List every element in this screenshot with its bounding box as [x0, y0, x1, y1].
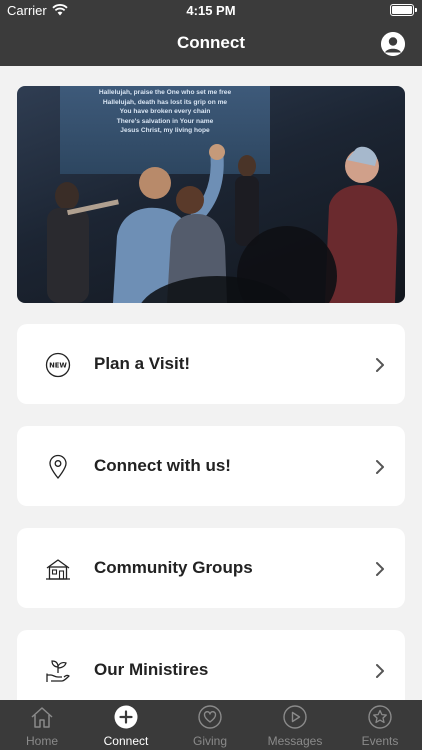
card-plan-visit[interactable]: NEW Plan a Visit! — [17, 324, 405, 404]
status-time: 4:15 PM — [186, 3, 236, 18]
tab-messages[interactable]: Messages — [253, 700, 337, 750]
chevron-right-icon — [376, 664, 384, 678]
chevron-right-icon — [376, 562, 384, 576]
tab-events[interactable]: Events — [338, 700, 422, 750]
worship-scene — [47, 144, 398, 303]
chevron-right-icon — [376, 358, 384, 372]
user-icon — [381, 32, 405, 56]
hero-image[interactable]: Hallelujah, praise the One who set me fr… — [17, 86, 405, 303]
tab-label: Home — [25, 734, 58, 748]
tab-home[interactable]: Home — [0, 700, 84, 750]
play-circle-icon — [283, 705, 307, 729]
star-circle-icon — [368, 705, 392, 729]
plus-circle-icon — [114, 705, 138, 729]
heart-circle-icon — [198, 705, 222, 729]
card-community-groups[interactable]: Community Groups — [17, 528, 405, 608]
profile-button[interactable] — [381, 32, 405, 56]
tab-label: Events — [361, 734, 399, 748]
page-title: Connect — [177, 33, 245, 52]
tab-label: Connect — [103, 734, 149, 748]
card-label: Community Groups — [94, 558, 253, 577]
tab-label: Messages — [267, 734, 323, 748]
card-label: Plan a Visit! — [94, 354, 191, 373]
tab-giving[interactable]: Giving — [168, 700, 252, 750]
tab-connect[interactable]: Connect — [84, 700, 168, 750]
new-badge-icon: NEW — [45, 352, 71, 378]
chevron-right-icon — [376, 460, 384, 474]
card-our-ministries[interactable]: Our Ministires — [17, 630, 405, 710]
svg-text:NEW: NEW — [49, 362, 67, 370]
card-label: Our Ministires — [94, 660, 209, 679]
location-pin-icon — [49, 454, 67, 480]
battery-icon — [390, 4, 417, 16]
tab-label: Giving — [192, 734, 227, 748]
hand-plant-icon — [46, 660, 70, 682]
tab-bar: Home Connect Giving Messages Events — [0, 700, 422, 750]
house-icon — [46, 559, 70, 580]
home-icon — [31, 707, 53, 728]
top-bar: Carrier 4:15 PM Connect — [0, 0, 422, 66]
card-connect-with-us[interactable]: Connect with us! — [17, 426, 405, 506]
status-bar: Carrier 4:15 PM — [0, 0, 422, 22]
card-label: Connect with us! — [94, 456, 231, 475]
